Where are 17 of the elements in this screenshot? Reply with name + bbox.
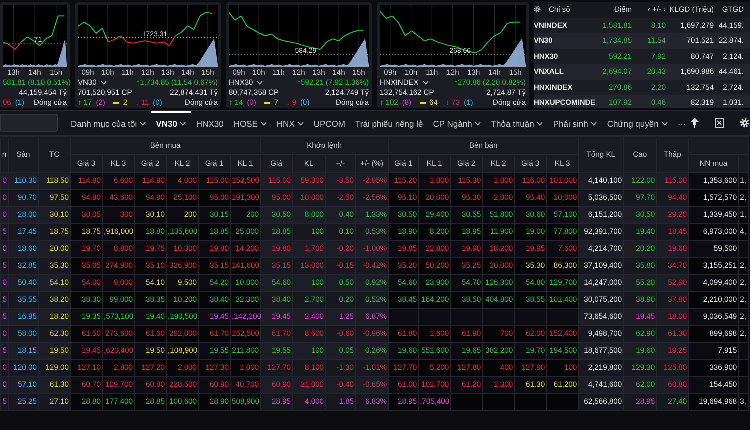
- tab[interactable]: Phái sinh: [548, 111, 602, 135]
- tab[interactable]: ···: [672, 111, 692, 135]
- tab[interactable]: HOSE: [228, 111, 272, 135]
- tab[interactable]: HNX30: [191, 111, 229, 135]
- tab[interactable]: Danh mục của tôi: [66, 111, 152, 135]
- search-field[interactable]: [0, 114, 58, 132]
- pin-icon[interactable]: [691, 118, 700, 128]
- tab[interactable]: Trái phiếu riêng lẻ: [350, 111, 428, 135]
- settings-icon[interactable]: [534, 6, 541, 14]
- tab[interactable]: Thỏa thuận: [486, 111, 548, 135]
- tab[interactable]: CP Ngành: [428, 111, 486, 135]
- spreadsheet-icon[interactable]: [715, 118, 724, 128]
- tab[interactable]: UPCOM: [308, 111, 351, 135]
- volume-area: [3, 38, 67, 67]
- price-line: [3, 16, 65, 50]
- tab[interactable]: Chứng quyền: [602, 111, 673, 135]
- tab[interactable]: HNX: [272, 111, 309, 135]
